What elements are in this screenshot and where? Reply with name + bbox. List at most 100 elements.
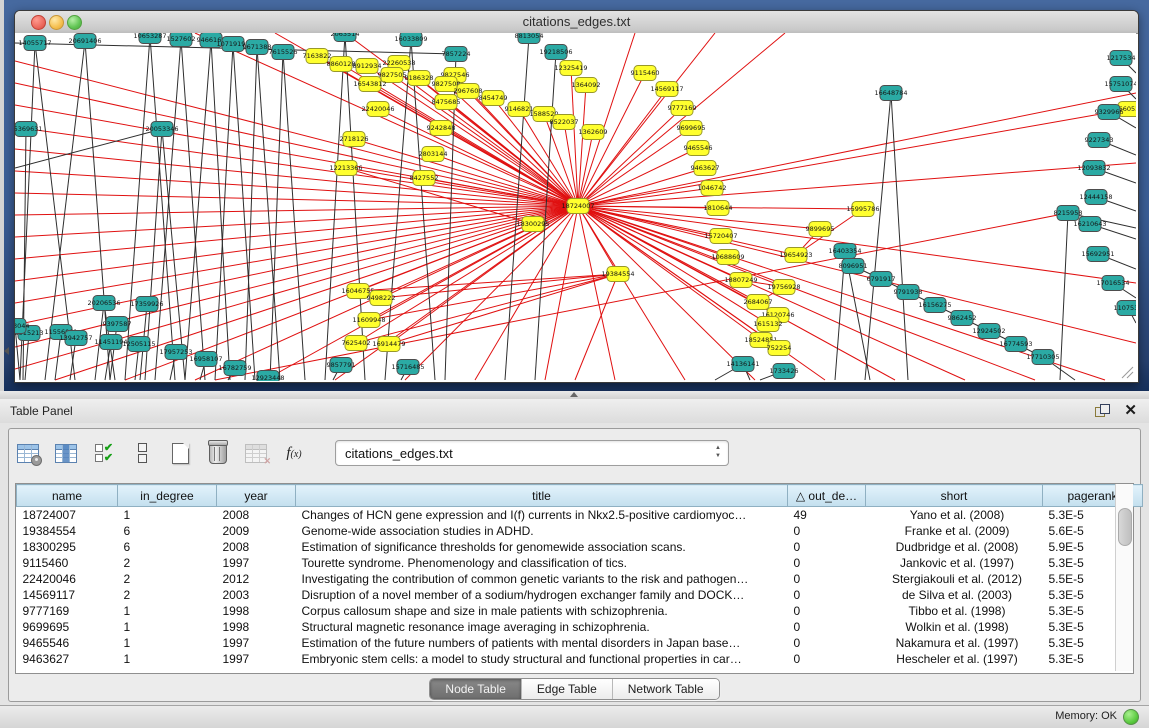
graph-edge — [325, 34, 345, 380]
graph-node-label: 8912934 — [353, 62, 382, 70]
table-cell: 9463627 — [17, 651, 118, 667]
table-cell: Jankovic et al. (1997) — [866, 555, 1043, 571]
graph-edge — [578, 33, 635, 206]
table-settings-icon[interactable] — [15, 440, 41, 466]
graph-node-label: 8096951 — [839, 262, 868, 270]
delete-table-icon[interactable] — [205, 440, 231, 466]
graph-edge — [1060, 213, 1068, 380]
table-scrollbar-thumb[interactable] — [1118, 508, 1132, 546]
graph-edge — [475, 206, 578, 380]
float-panel-icon[interactable] — [1095, 404, 1109, 418]
table-cell: Tourette syndrome. Phenomenology and cla… — [296, 555, 788, 571]
table-scrollbar[interactable] — [1115, 484, 1133, 671]
graph-node-label: 9862452 — [948, 314, 977, 322]
table-row[interactable]: 946554611997Estimation of the future num… — [17, 635, 1143, 651]
table-row[interactable]: 911546021997Tourette syndrome. Phenomeno… — [17, 555, 1143, 571]
graph-node-label: 20206536 — [87, 299, 120, 307]
table-column-icon[interactable] — [53, 440, 79, 466]
network-view-window: citations_edges.txt 18724007716382288601… — [14, 10, 1139, 383]
column-header-in_degree[interactable]: in_degree — [118, 485, 217, 507]
table-row[interactable]: 1872400712008Changes of HCN gene express… — [17, 507, 1143, 524]
select-columns-icon[interactable]: ✔✔ — [91, 440, 117, 466]
graph-node-label: 7857224 — [442, 50, 471, 58]
column-header-short[interactable]: short — [866, 485, 1043, 507]
table-cell: Yano et al. (2008) — [866, 507, 1043, 524]
table-cell: 6 — [118, 539, 217, 555]
table-cell: 0 — [788, 603, 866, 619]
graph-node-label: 17710305 — [1026, 353, 1059, 361]
graph-edge — [578, 206, 615, 380]
graph-edge — [545, 206, 578, 380]
column-header-title[interactable]: title — [296, 485, 788, 507]
graph-node-label: 20053346 — [145, 125, 178, 133]
graph-node-label: 2063514 — [331, 33, 360, 38]
graph-node-label: 9827505 — [378, 71, 407, 79]
network-canvas[interactable]: 1872400771638228860128891293422260538982… — [15, 33, 1136, 381]
table-row[interactable]: 977716911998Corpus callosum shape and si… — [17, 603, 1143, 619]
graph-edge — [389, 274, 618, 344]
graph-node-label: 16403354 — [828, 247, 861, 255]
citation-graph[interactable]: 1872400771638228860128891293422260538982… — [15, 33, 1136, 381]
graph-node-label: 8427552 — [410, 174, 439, 182]
graph-node-label: 9329966 — [1095, 108, 1124, 116]
graph-node-label: 12505115 — [122, 340, 155, 348]
graph-node-label: 9899695 — [806, 225, 835, 233]
graph-node-label: 16782759 — [218, 364, 251, 372]
splitter-grip-icon[interactable] — [570, 392, 578, 397]
table-cell: Wolkin et al. (1998) — [866, 619, 1043, 635]
table-cell: Embryonic stem cells: a model to study s… — [296, 651, 788, 667]
table-row[interactable]: 946362711997Embryonic stem cells: a mode… — [17, 651, 1143, 667]
tab-network-table[interactable]: Network Table — [612, 679, 719, 699]
new-table-icon[interactable] — [167, 440, 193, 466]
window-titlebar[interactable]: citations_edges.txt — [15, 11, 1138, 34]
tab-edge-table[interactable]: Edge Table — [521, 679, 612, 699]
graph-node-label: 16543812 — [353, 80, 386, 88]
graph-node-label: 12924502 — [972, 327, 1005, 335]
graph-node-label: 14136141 — [726, 360, 759, 368]
table-cell: 0 — [788, 651, 866, 667]
graph-node-label: 15751074 — [1104, 80, 1136, 88]
graph-edge — [55, 206, 578, 380]
graph-edge — [578, 33, 715, 206]
collapse-arrow-icon[interactable] — [4, 347, 9, 355]
graph-node-label: 16958107 — [189, 355, 222, 363]
table-row[interactable]: 1456911722003Disruption of a novel membe… — [17, 587, 1143, 603]
table-cell: Nakamura et al. (1997) — [866, 635, 1043, 651]
table-row[interactable]: 969969511998Structural magnetic resonanc… — [17, 619, 1143, 635]
function-builder-icon[interactable]: f(x) — [281, 440, 307, 466]
table-cell: 1997 — [217, 555, 296, 571]
graph-edge — [578, 206, 1136, 343]
table-row[interactable]: 1830029562008Estimation of significance … — [17, 539, 1143, 555]
graph-edge — [578, 148, 698, 206]
node-table: namein_degreeyeartitle△ out_de…shortpage… — [15, 483, 1134, 674]
window-title: citations_edges.txt — [15, 14, 1138, 29]
table-row[interactable]: 1938455462009Genome-wide association stu… — [17, 523, 1143, 539]
graph-node-label: 16648784 — [874, 89, 907, 97]
table-cell: Genome-wide association studies in ADHD. — [296, 523, 788, 539]
table-cell: 0 — [788, 571, 866, 587]
column-header-out_de[interactable]: △ out_de… — [788, 485, 866, 507]
graph-node-label: 9242848 — [427, 124, 456, 132]
graph-node-label: 16210643 — [1073, 220, 1106, 228]
graph-node-label: 1733426 — [770, 367, 799, 375]
graph-node-label: 25369631 — [15, 125, 43, 133]
column-header-name[interactable]: name — [17, 485, 118, 507]
table-cell: 49 — [788, 507, 866, 524]
table-select-dropdown[interactable]: citations_edges.txt ▲▼ — [335, 440, 729, 466]
graph-edge — [181, 39, 205, 380]
table-cell: 22420046 — [17, 571, 118, 587]
table-cell: Dudbridge et al. (2008) — [866, 539, 1043, 555]
table-cell: 1998 — [217, 619, 296, 635]
table-cell: 1 — [118, 635, 217, 651]
graph-edge — [578, 109, 1129, 206]
resize-grip-icon[interactable] — [1120, 365, 1134, 379]
memory-status-icon[interactable] — [1123, 709, 1139, 725]
row-height-icon[interactable] — [129, 440, 155, 466]
import-table-icon[interactable]: ✕ — [243, 440, 269, 466]
graph-edge — [389, 206, 578, 344]
combo-arrows-icon: ▲▼ — [715, 444, 721, 460]
close-panel-icon[interactable]: ✕ — [1124, 401, 1137, 419]
tab-node-table[interactable]: Node Table — [430, 679, 521, 699]
table-row[interactable]: 2242004622012Investigating the contribut… — [17, 571, 1143, 587]
column-header-year[interactable]: year — [217, 485, 296, 507]
